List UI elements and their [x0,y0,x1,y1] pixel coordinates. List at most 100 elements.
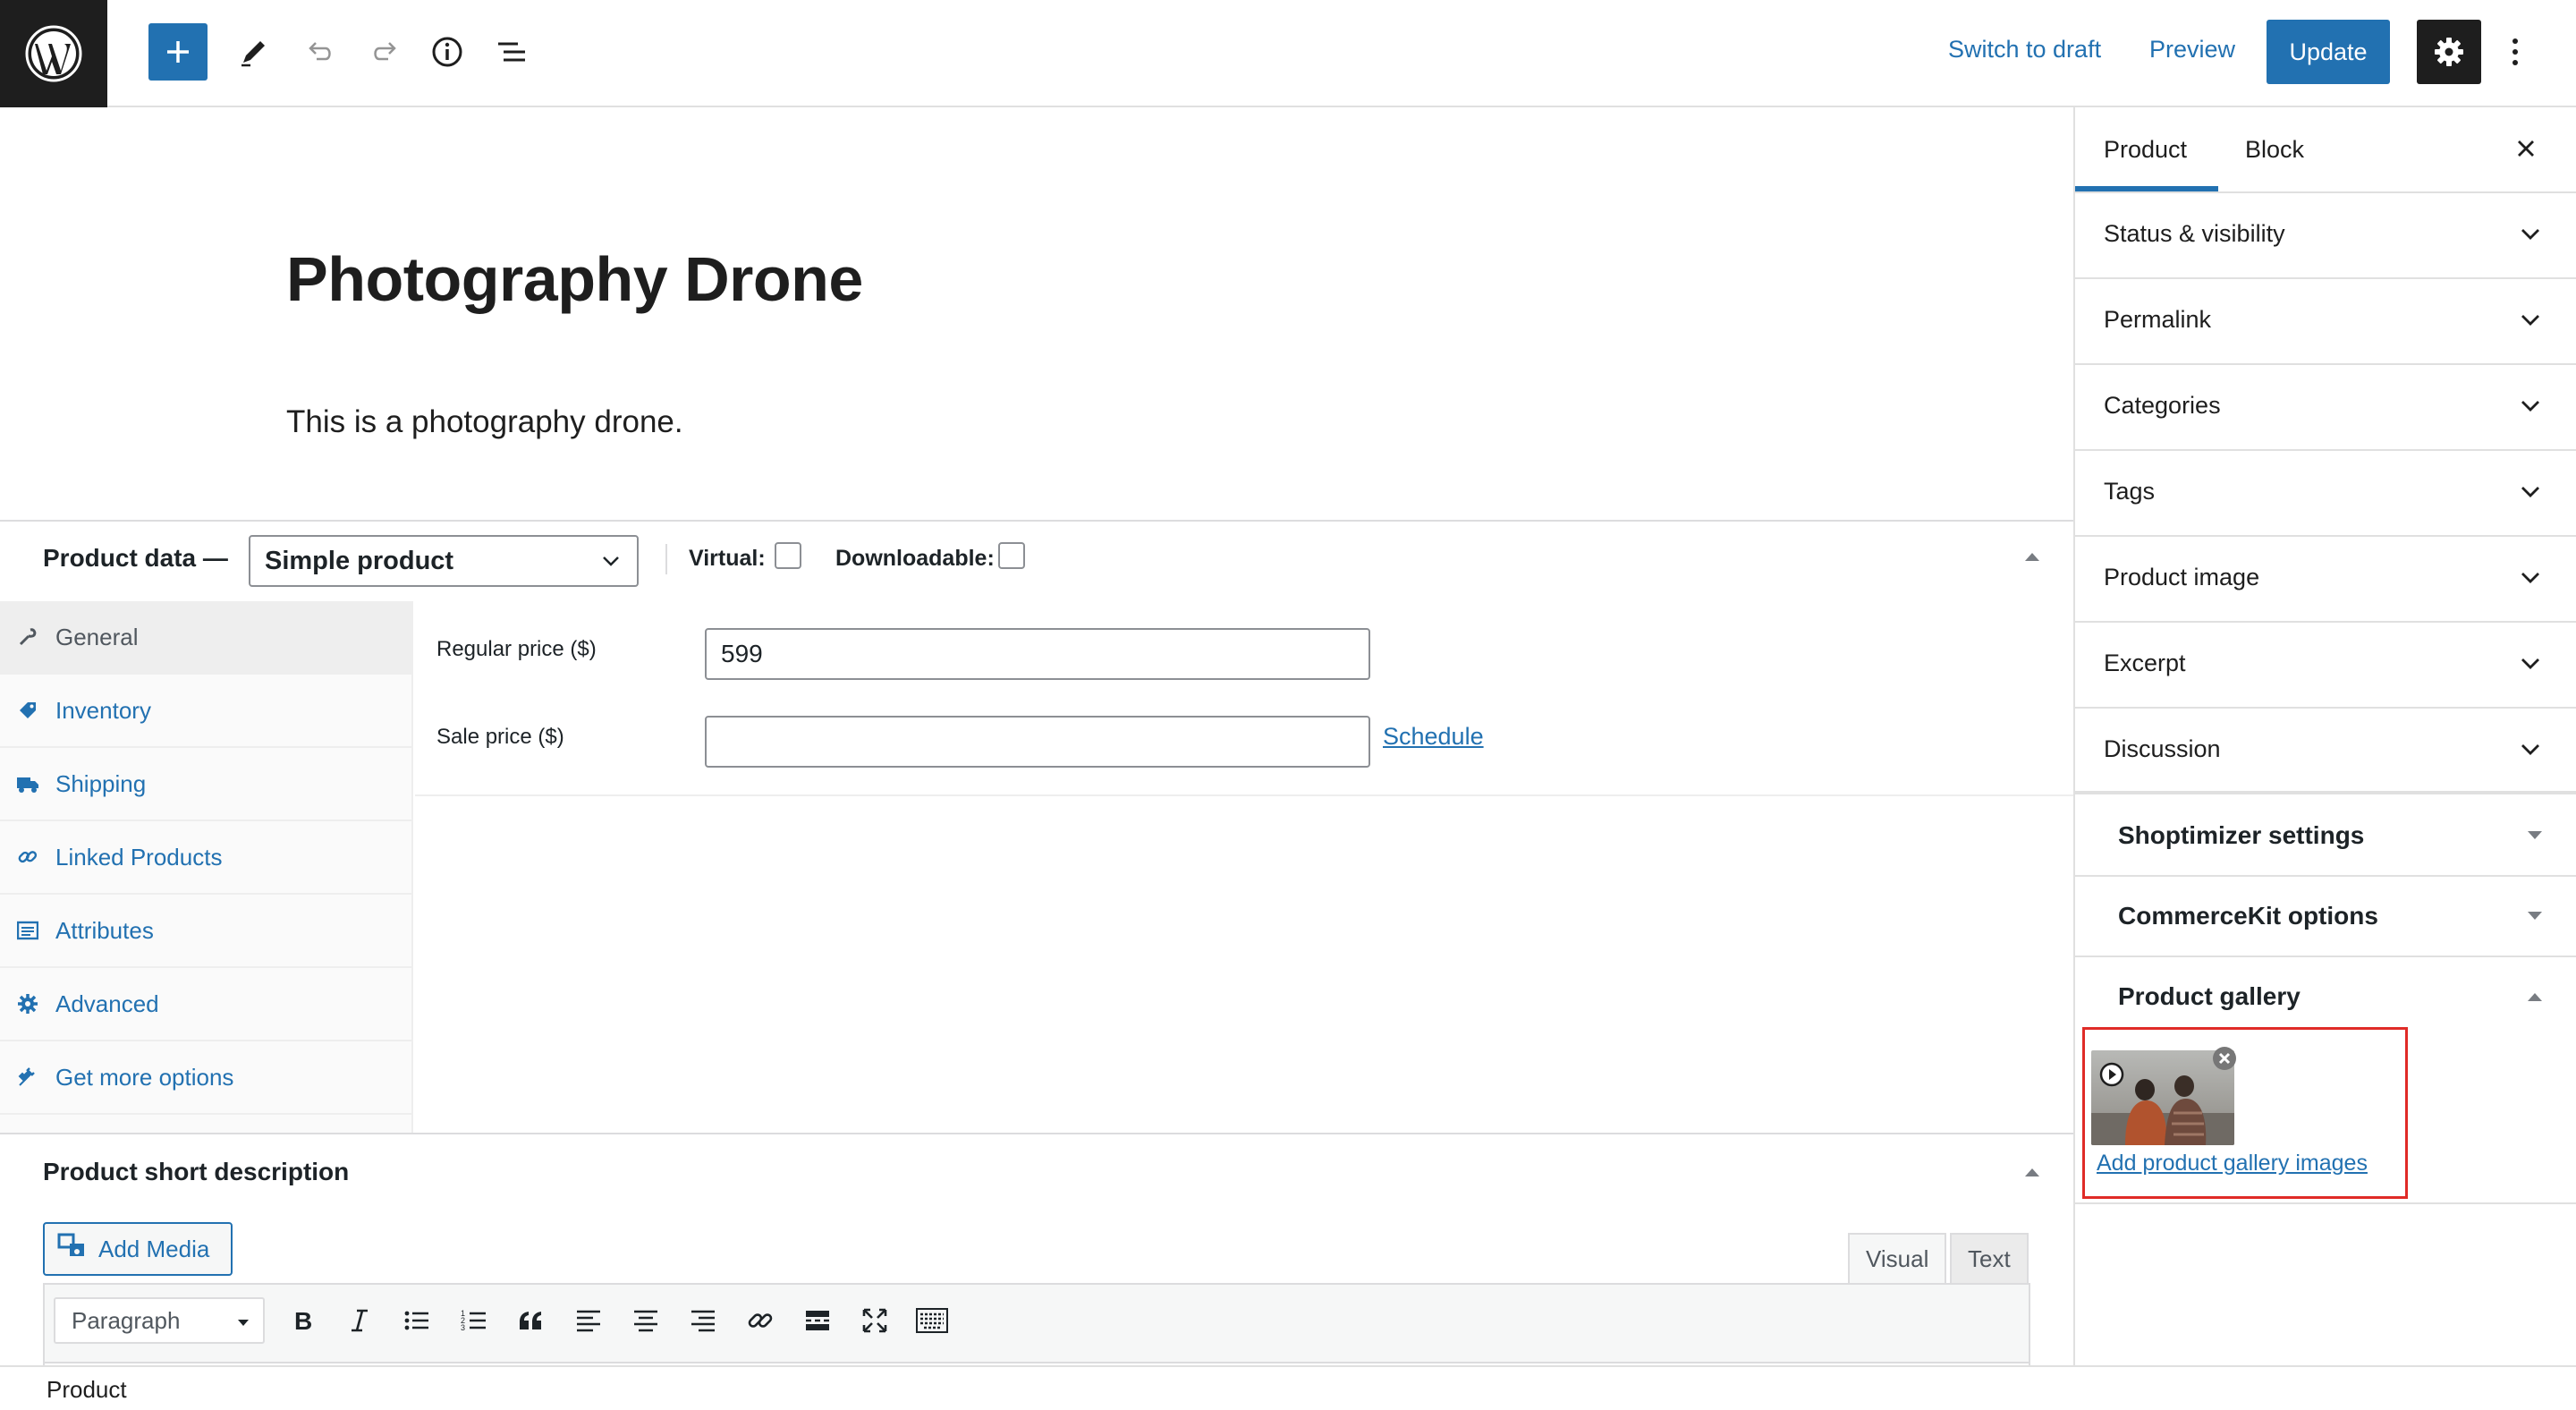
schedule-link[interactable]: Schedule [1383,723,1484,751]
panel-label: Product image [2104,564,2260,590]
metabox-title: Shoptimizer settings [2118,821,2365,849]
tab-label: Inventory [55,696,151,724]
bold-icon[interactable]: B [279,1297,326,1344]
panel-status-visibility[interactable]: Status & visibility [2075,193,2576,279]
divider [665,544,667,574]
sale-price-input[interactable] [705,716,1370,768]
metabox-commercekit-options[interactable]: CommerceKit options [2075,877,2576,957]
tab-inventory[interactable]: Inventory [0,675,413,748]
tab-attributes[interactable]: Attributes [0,895,413,968]
panel-tags[interactable]: Tags [2075,451,2576,537]
gear-icon [0,993,55,1015]
sale-price-label: Sale price ($) [436,725,564,749]
tab-label: Linked Products [55,843,223,871]
align-left-icon[interactable] [565,1297,612,1344]
undo-icon[interactable] [295,27,345,77]
panel-label: Tags [2104,478,2156,505]
pencil-icon[interactable] [229,27,279,77]
italic-icon[interactable] [336,1297,383,1344]
switch-to-draft-button[interactable]: Switch to draft [1948,36,2101,64]
format-select[interactable]: Paragraph [54,1297,265,1344]
panel-product-image[interactable]: Product image [2075,537,2576,623]
regular-price-label: Regular price ($) [436,637,597,661]
chevron-down-icon [2519,311,2542,334]
wordpress-logo-icon[interactable] [0,0,107,107]
collapse-triangle-icon[interactable] [2023,549,2041,568]
list-icon [0,921,55,940]
tab-label: Get more options [55,1063,234,1091]
read-more-icon[interactable] [794,1297,841,1344]
product-type-select[interactable]: Simple product [249,535,639,587]
tab-visual[interactable]: Visual [1848,1233,1947,1283]
downloadable-checkbox[interactable] [998,542,1025,569]
virtual-label: Virtual: [689,546,766,571]
chevron-down-icon [2519,569,2542,591]
chevron-down-icon [2519,655,2542,677]
panel-categories[interactable]: Categories [2075,365,2576,451]
triangle-down-icon [2526,909,2544,928]
short-description-title: Product short description [43,1158,350,1185]
paragraph-block[interactable]: This is a photography drone. [286,404,683,440]
chevron-down-icon [599,549,623,580]
post-title[interactable]: Photography Drone [286,243,863,315]
tab-linked-products[interactable]: Linked Products [0,821,413,895]
panel-excerpt[interactable]: Excerpt [2075,623,2576,709]
collapse-triangle-icon[interactable] [2023,1165,2041,1184]
toolbar-toggle-icon[interactable] [909,1297,955,1344]
close-icon[interactable] [2508,131,2544,166]
align-center-icon[interactable] [623,1297,669,1344]
add-gallery-images-link[interactable]: Add product gallery images [2097,1151,2368,1176]
redo-icon[interactable] [360,27,410,77]
downloadable-label: Downloadable: [835,546,995,571]
plug-icon [0,1066,55,1088]
format-value: Paragraph [72,1306,181,1334]
play-video-icon[interactable] [2098,1061,2125,1092]
metabox-title[interactable]: Product gallery [2118,982,2301,1011]
numbered-list-icon[interactable]: 123 [451,1297,497,1344]
list-view-icon[interactable] [487,27,537,77]
tab-label: Attributes [55,916,154,944]
tab-label: Shipping [55,769,147,797]
caret-down-icon [234,1310,252,1338]
link-icon[interactable] [737,1297,784,1344]
gear-icon [2435,38,2463,66]
panel-permalink[interactable]: Permalink [2075,279,2576,365]
block-breadcrumb-bar [0,1365,2576,1410]
panel-discussion[interactable]: Discussion [2075,709,2576,794]
product-data-tabs: General Inventory Shipping Linked Produc… [0,601,413,1133]
panel-label: Excerpt [2104,650,2186,676]
virtual-checkbox[interactable] [775,542,801,569]
triangle-up-icon[interactable] [2526,990,2544,1008]
panel-label: Permalink [2104,306,2212,333]
more-options-icon[interactable] [2497,27,2533,77]
chevron-down-icon [2519,397,2542,420]
update-button[interactable]: Update [2267,20,2390,84]
link-icon [0,846,55,868]
add-media-label: Add Media [98,1235,210,1262]
regular-price-input[interactable]: 599 [705,628,1370,680]
chevron-down-icon [2519,483,2542,505]
tab-shipping[interactable]: Shipping [0,748,413,821]
settings-button[interactable] [2417,20,2481,84]
blockquote-icon[interactable] [508,1297,555,1344]
breadcrumb-item[interactable]: Product [47,1376,127,1404]
tab-block[interactable]: Block [2245,136,2304,164]
add-media-button[interactable]: Add Media [43,1222,233,1276]
chevron-down-icon [2519,741,2542,763]
fullscreen-icon[interactable] [852,1297,898,1344]
info-icon[interactable] [422,27,472,77]
product-type-value: Simple product [265,546,454,575]
wrench-icon [0,627,55,647]
tab-product[interactable]: Product [2104,136,2187,164]
tab-get-more-options[interactable]: Get more options [0,1041,413,1115]
tab-text[interactable]: Text [1950,1233,2029,1283]
metabox-shoptimizer-settings[interactable]: Shoptimizer settings [2075,796,2576,877]
align-right-icon[interactable] [680,1297,726,1344]
bullet-list-icon[interactable] [394,1297,440,1344]
tab-general[interactable]: General [0,601,413,675]
remove-image-icon[interactable] [2211,1045,2238,1072]
preview-button[interactable]: Preview [2149,36,2235,64]
add-block-button[interactable] [148,23,208,81]
tab-advanced[interactable]: Advanced [0,968,413,1041]
tab-label: Advanced [55,990,159,1017]
